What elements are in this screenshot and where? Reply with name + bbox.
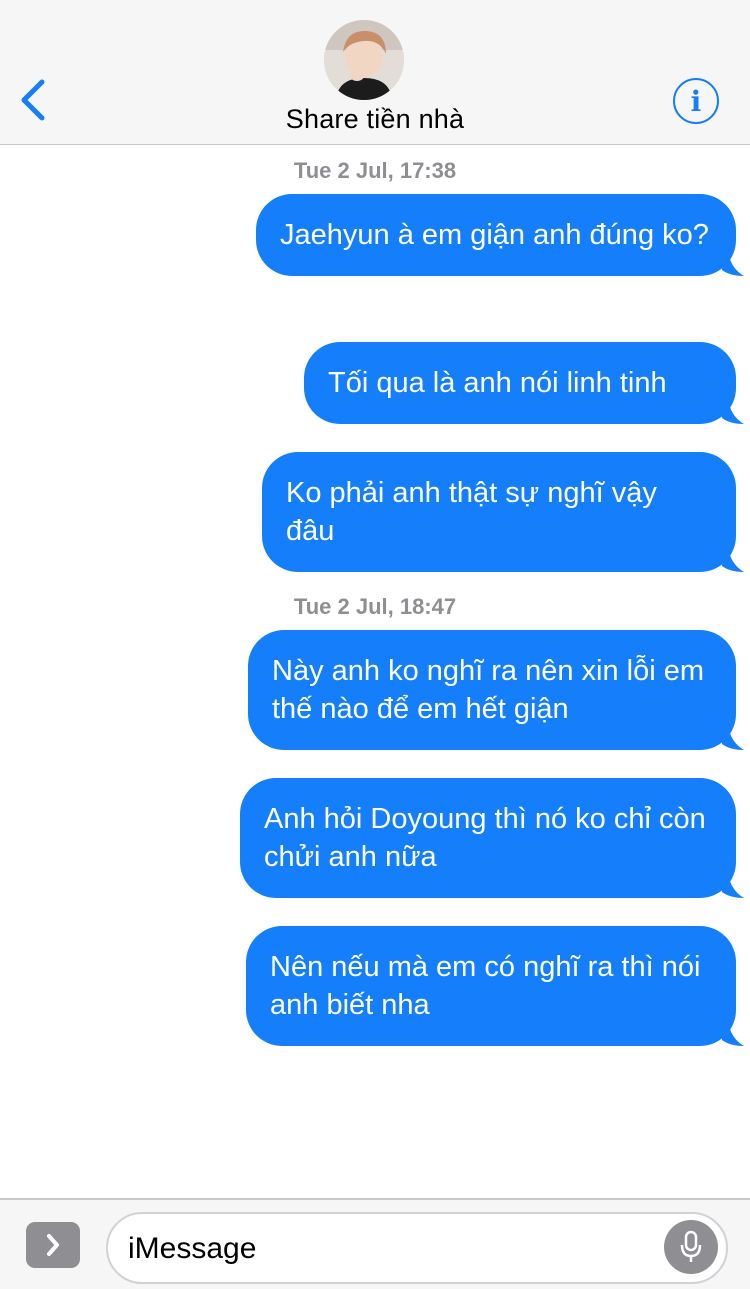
bubble-tail	[722, 1020, 744, 1046]
message-text: Nên nếu mà em có nghĩ ra thì nói anh biế…	[270, 951, 701, 1021]
message-text: Ko phải anh thật sự nghĩ vậy đâu	[286, 477, 657, 547]
bubble-tail	[722, 724, 744, 750]
info-button[interactable]: i	[673, 78, 719, 124]
contact-name[interactable]: Share tiền nhà	[0, 104, 750, 135]
conversation-header: Share tiền nhà i	[0, 0, 750, 145]
chevron-right-icon	[47, 1234, 59, 1256]
bubble-tail	[722, 872, 744, 898]
bubble-tail	[722, 398, 744, 424]
message-composer: iMessage	[0, 1198, 750, 1289]
message-text: Này anh ko nghĩ ra nên xin lỗi em thế nà…	[272, 655, 705, 725]
microphone-button[interactable]	[664, 1220, 718, 1274]
timestamp: Tue 2 Jul, 18:47	[293, 594, 457, 619]
message-input-placeholder: iMessage	[128, 1232, 257, 1265]
apps-button[interactable]	[26, 1222, 80, 1268]
message-text: Anh hỏi Doyoung thì nó ko chỉ còn chửi a…	[264, 803, 706, 873]
message-bubble[interactable]: Jaehyun à em giận anh đúng ko?	[256, 194, 744, 276]
avatar[interactable]	[324, 20, 404, 100]
microphone-icon	[680, 1230, 702, 1262]
message-input[interactable]: iMessage	[106, 1212, 728, 1284]
info-icon: i	[690, 84, 702, 118]
message-bubble[interactable]: Này anh ko nghĩ ra nên xin lỗi em thế nà…	[248, 630, 744, 750]
avatar-photo	[324, 20, 404, 100]
message-bubble[interactable]: Anh hỏi Doyoung thì nó ko chỉ còn chửi a…	[240, 778, 744, 898]
message-bubble[interactable]: Ko phải anh thật sự nghĩ vậy đâu	[262, 452, 744, 572]
message-text: Tối qua là anh nói linh tinh	[328, 367, 667, 399]
message-bubble[interactable]: Nên nếu mà em có nghĩ ra thì nói anh biế…	[246, 926, 744, 1046]
bubble-tail	[722, 250, 744, 276]
bubble-tail	[722, 546, 744, 572]
message-bubble[interactable]: Tối qua là anh nói linh tinh	[304, 342, 744, 424]
timestamp: Tue 2 Jul, 17:38	[293, 158, 457, 183]
message-text: Jaehyun à em giận anh đúng ko?	[280, 219, 709, 251]
message-thread[interactable]: Tue 2 Jul, 17:38 Jaehyun à em giận anh đ…	[0, 146, 750, 1198]
